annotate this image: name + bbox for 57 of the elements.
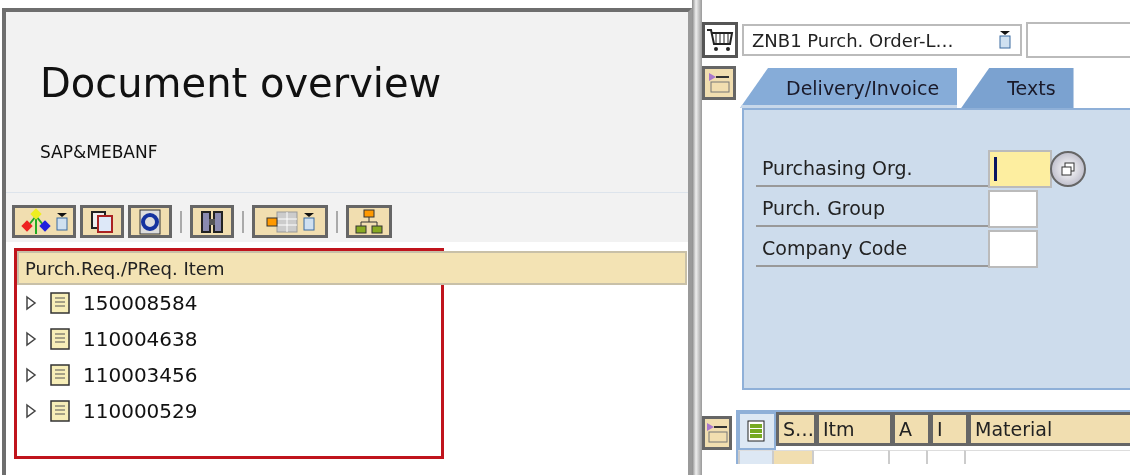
grid-icon [264, 208, 299, 235]
cart-button[interactable] [702, 22, 738, 58]
select-all-button[interactable] [738, 412, 776, 450]
windows-icon [1060, 161, 1076, 177]
hierarchy-icon [355, 207, 383, 236]
refresh-button[interactable] [128, 205, 172, 238]
table-cell[interactable] [738, 450, 772, 464]
diamond-tree-icon [19, 207, 52, 236]
tree-header: Purch.Req./PReq. Item [17, 251, 687, 285]
column-header[interactable]: Itm [816, 412, 892, 446]
table-settings-icon [746, 419, 768, 443]
toggle-button[interactable] [702, 416, 732, 450]
menu-icon [54, 211, 69, 232]
header-toggle-button[interactable] [702, 66, 736, 100]
document-type-dropdown[interactable]: ZNB1 Purch. Order-L… [742, 24, 1022, 56]
input-field[interactable] [988, 190, 1038, 228]
table-cell[interactable] [772, 450, 812, 464]
menu-icon [998, 30, 1012, 50]
overview-subtitle: SAP&MEBANF [40, 142, 159, 162]
tree-item[interactable]: 110004638 [83, 327, 198, 351]
expand-icon[interactable] [25, 331, 37, 347]
overview-title: Document overview [40, 60, 443, 106]
variant-button[interactable] [12, 205, 76, 238]
copy-button[interactable] [80, 205, 124, 238]
menu-icon [301, 211, 316, 232]
layout-button[interactable] [252, 205, 328, 238]
binoculars-icon [199, 208, 225, 235]
input-field[interactable] [988, 230, 1038, 268]
document-icon [49, 364, 71, 386]
expand-icon[interactable] [25, 403, 37, 419]
column-header[interactable]: Material [968, 412, 1130, 446]
expand-icon[interactable] [25, 367, 37, 383]
hierarchy-button[interactable] [346, 205, 392, 238]
tab[interactable]: Texts [961, 68, 1074, 108]
tree-item[interactable]: 110003456 [83, 363, 198, 387]
copy-icon [89, 208, 115, 235]
expand-header-icon [707, 71, 731, 95]
cart-icon [706, 27, 734, 53]
find-button[interactable] [190, 205, 234, 238]
tree-item[interactable]: 110000529 [83, 399, 198, 423]
value-help-button[interactable] [1050, 151, 1086, 187]
table-cell[interactable] [812, 450, 888, 464]
table-cell[interactable] [926, 450, 964, 464]
column-header[interactable]: A [892, 412, 930, 446]
column-header[interactable]: I [930, 412, 968, 446]
table-cell[interactable] [888, 450, 926, 464]
document-icon [49, 292, 71, 314]
column-header[interactable]: S… [776, 412, 816, 446]
tree-item[interactable]: 150008584 [83, 291, 198, 315]
input-field[interactable] [988, 150, 1052, 188]
document-icon [49, 328, 71, 350]
document-icon [49, 400, 71, 422]
input-field[interactable] [1026, 22, 1130, 58]
refresh-icon [137, 207, 163, 236]
tab[interactable]: Delivery/Invoice [740, 68, 958, 108]
expand-header-icon [705, 421, 729, 445]
expand-icon[interactable] [25, 295, 37, 311]
